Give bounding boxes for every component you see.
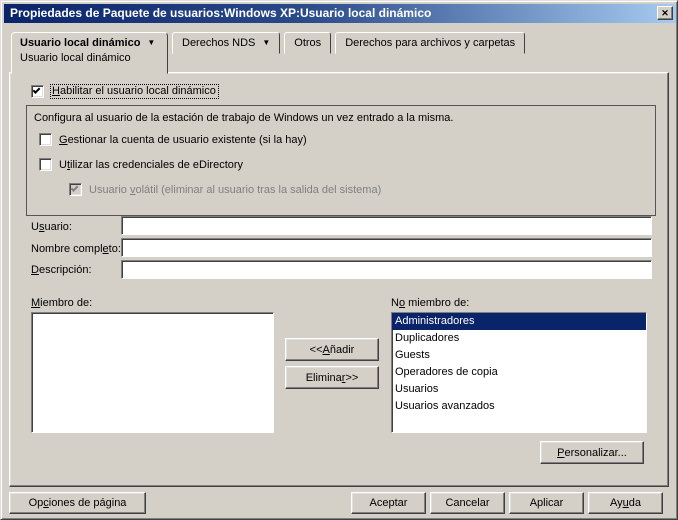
enable-dlu-row: Habilitar el usuario local dinámico xyxy=(31,84,219,99)
edirectory-credentials-checkbox[interactable] xyxy=(39,158,52,171)
text-run: abilitar el usuario local dinámico xyxy=(59,85,216,97)
volatile-user-label: Usuario volátil (eliminar al usuario tra… xyxy=(89,184,381,196)
chevron-down-icon: ▼ xyxy=(147,38,156,47)
check-icon xyxy=(70,184,79,192)
active-tab-sublabel: Usuario local dinámico xyxy=(20,52,131,64)
properties-dialog: Propiedades de Paquete de usuarios:Windo… xyxy=(0,0,678,520)
text-run: H xyxy=(52,85,60,97)
volatile-user-checkbox xyxy=(69,183,82,196)
text-run: to: xyxy=(108,243,121,255)
text-run: Cancelar xyxy=(445,497,490,509)
text-run: ilizar las credenciales de eDirectory xyxy=(70,158,244,171)
group-intro-text: Configura al usuario de la estación de t… xyxy=(34,112,454,124)
tab-derechos-archivos-carpetas[interactable]: Derechos para archivos y carpetas xyxy=(335,32,526,54)
tab-otros[interactable]: Otros xyxy=(284,32,332,54)
text-run: iembro de: xyxy=(40,297,93,309)
text-run: G xyxy=(59,133,68,146)
apply-button[interactable]: Aplicar xyxy=(509,492,584,514)
enable-dlu-checkbox[interactable] xyxy=(31,85,44,98)
text-run: escripción: xyxy=(38,264,92,276)
full-name-label: Nombre completo: xyxy=(31,243,121,255)
close-button[interactable]: ✕ xyxy=(657,6,673,20)
not-member-of-label: No miembro de: xyxy=(391,297,469,309)
volatile-user-row: Usuario volátil (eliminar al usuario tra… xyxy=(69,183,381,196)
text-run: estionar la cuenta de usuario existente … xyxy=(67,133,307,146)
text-run: olátil (eliminar al usuario tras la sali… xyxy=(135,183,382,196)
text-run: Aceptar xyxy=(369,497,408,509)
text-run: Otros xyxy=(294,37,322,49)
text-run: Op xyxy=(28,497,44,509)
text-run: Usuario local dinámico xyxy=(20,37,141,49)
text-run: Nombre compl xyxy=(31,243,103,255)
ok-button[interactable]: Aceptar xyxy=(351,492,426,514)
text-run: U xyxy=(59,158,67,171)
check-icon xyxy=(32,86,41,94)
chevron-down-icon: ▼ xyxy=(262,38,271,47)
text-run: U xyxy=(31,221,39,233)
text-run: Aplicar xyxy=(529,497,564,509)
text-run: Derechos para archivos y carpetas xyxy=(345,37,516,49)
manage-existing-checkbox[interactable] xyxy=(39,133,52,146)
enable-dlu-label[interactable]: Habilitar el usuario local dinámico xyxy=(50,84,219,99)
close-icon: ✕ xyxy=(661,7,669,18)
page-options-button[interactable]: Op c iones de página xyxy=(9,492,146,514)
tab-derechos-nds[interactable]: Derechos NDS ▼ xyxy=(172,32,281,54)
text-run: uario: xyxy=(44,221,72,233)
user-label: Usuario: xyxy=(31,221,72,233)
text-run: da xyxy=(628,497,641,509)
tab-strip: Derechos NDS ▼ Otros Derechos para archiv… xyxy=(172,32,526,54)
text-run: M xyxy=(31,297,41,309)
active-tab-label: Usuario local dinámico ▼ xyxy=(12,33,167,50)
text-run: Usuario xyxy=(89,183,130,196)
title-bar[interactable]: Propiedades de Paquete de usuarios:Windo… xyxy=(4,4,676,23)
text-run: N xyxy=(391,297,399,309)
cancel-button[interactable]: Cancelar xyxy=(430,492,505,514)
member-of-label: Miembro de: xyxy=(31,297,92,309)
text-run: Ay xyxy=(609,497,623,509)
window-title: Propiedades de Paquete de usuarios:Windo… xyxy=(10,6,432,20)
edirectory-credentials-label[interactable]: Utilizar las credenciales de eDirectory xyxy=(59,159,243,171)
text-run: iones de página xyxy=(48,497,127,509)
text-run: miembro de: xyxy=(405,297,470,309)
manage-existing-label[interactable]: Gestionar la cuenta de usuario existente… xyxy=(59,134,307,146)
text-run: D xyxy=(31,264,39,276)
help-button[interactable]: Ay u da xyxy=(588,492,663,514)
text-run: Derechos NDS xyxy=(182,37,256,49)
manage-existing-row: Gestionar la cuenta de usuario existente… xyxy=(39,133,307,146)
description-label: Descripción: xyxy=(31,264,92,276)
edirectory-credentials-row: Utilizar las credenciales de eDirectory xyxy=(39,158,243,171)
tab-usuario-local-dinamico[interactable]: Usuario local dinámico ▼ Usuario local di… xyxy=(11,32,168,74)
